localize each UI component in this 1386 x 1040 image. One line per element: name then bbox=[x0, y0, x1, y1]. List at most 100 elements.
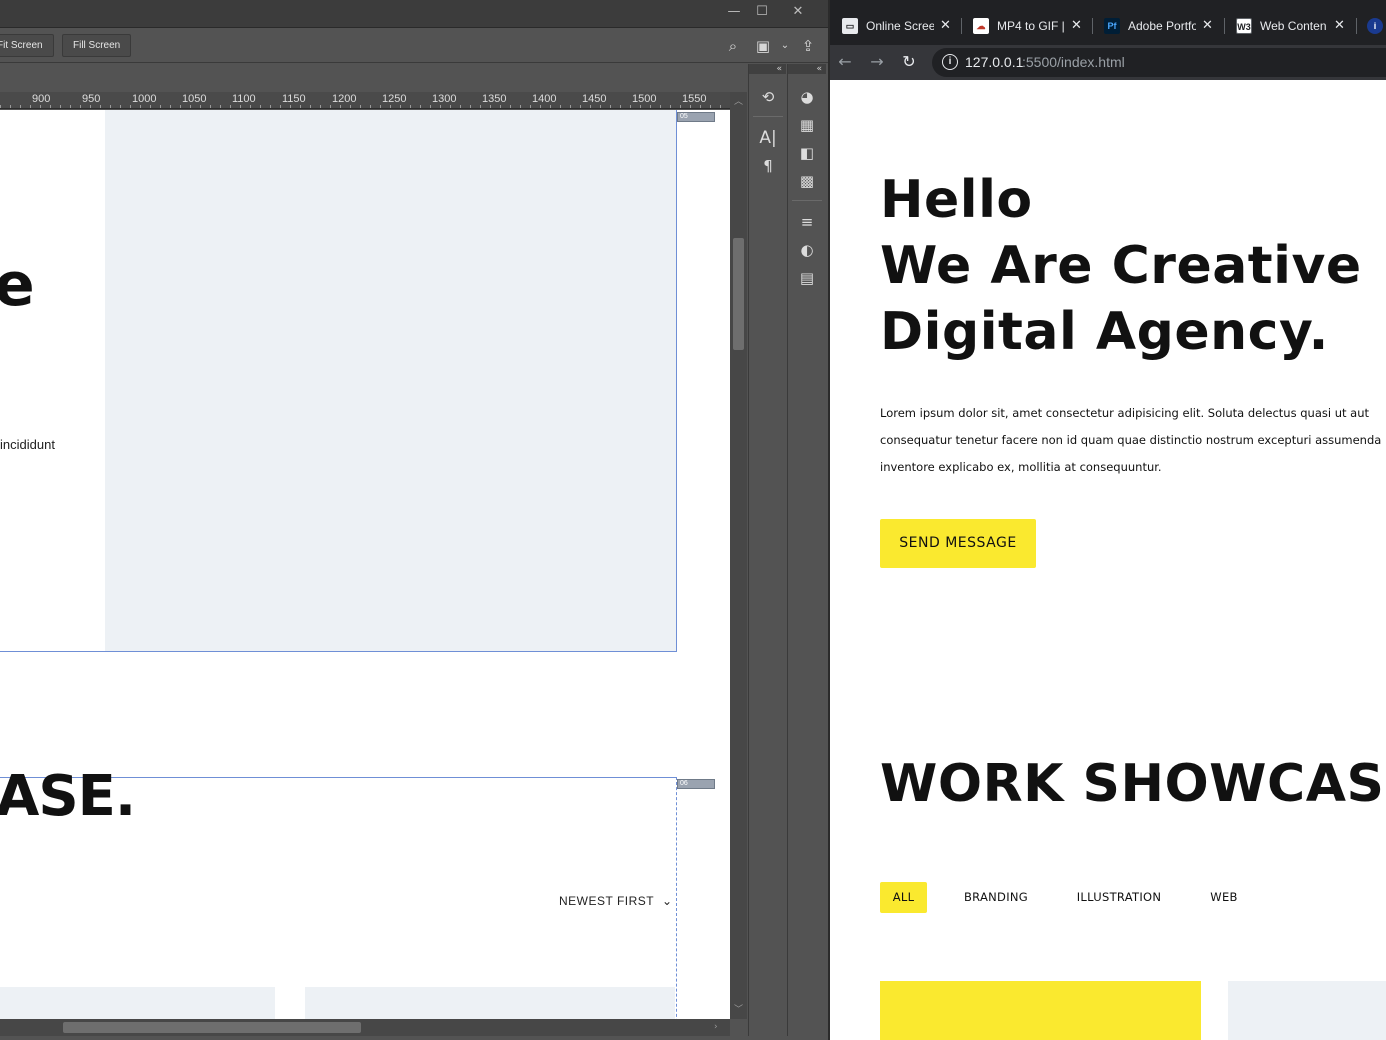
adjustments-icon[interactable]: ≡ bbox=[795, 211, 819, 233]
frame-badge: 06 bbox=[677, 779, 715, 789]
ruler-label: 1250 bbox=[382, 93, 407, 105]
filter-web[interactable]: WEB bbox=[1200, 882, 1248, 913]
ruler-label: 1450 bbox=[582, 93, 607, 105]
maximize-button[interactable]: ☐ bbox=[745, 2, 779, 22]
app-options-bar: Fit Screen Fill Screen ⌕ ▣ ⌄ ⇪ bbox=[0, 29, 828, 63]
panel-dock-column: « ◕ ▦ ◧ ▩ ≡ ◐ ▤ bbox=[787, 64, 826, 1036]
scroll-down-icon[interactable]: ﹀ bbox=[734, 1002, 743, 1015]
close-window-button[interactable]: ✕ bbox=[781, 2, 815, 22]
forward-arrow-icon[interactable]: → bbox=[864, 49, 890, 75]
collapse-panels-button[interactable]: « bbox=[788, 64, 826, 74]
scroll-up-icon[interactable]: ︿ bbox=[734, 94, 743, 107]
url-host: 127.0.0.1 bbox=[965, 54, 1024, 70]
filter-branding[interactable]: BRANDING bbox=[956, 882, 1036, 913]
ruler-header bbox=[0, 64, 748, 92]
hero-paragraph-line: inventore explicabo ex, mollitia at cons… bbox=[880, 460, 1162, 474]
work-showcase-title: WORK SHOWCAS bbox=[880, 754, 1385, 814]
fill-screen-button[interactable]: Fill Screen bbox=[62, 34, 132, 57]
browser-tab[interactable]: ▭ Online Scree ✕ bbox=[830, 12, 960, 40]
color-palette-icon[interactable]: ◕ bbox=[795, 86, 819, 108]
hero-heading: We Are Creative bbox=[880, 236, 1362, 296]
scroll-right-icon[interactable]: › bbox=[714, 1022, 718, 1032]
collapse-panels-button[interactable]: « bbox=[749, 64, 786, 74]
styles-icon[interactable]: ◐ bbox=[795, 239, 819, 261]
panel-divider bbox=[753, 116, 783, 117]
panel-divider bbox=[792, 200, 822, 201]
patterns-icon[interactable]: ▩ bbox=[795, 170, 819, 192]
tab-title: Online Scree bbox=[866, 19, 934, 33]
monitor-icon: ▭ bbox=[842, 18, 858, 34]
canvas-sort-label[interactable]: NEWEST FIRST bbox=[559, 894, 654, 908]
history-icon[interactable]: ⟲ bbox=[756, 86, 780, 108]
hero-heading: Digital Agency. bbox=[880, 302, 1329, 362]
screen-mode-icon[interactable]: ▣ bbox=[752, 35, 774, 57]
swatches-icon[interactable]: ▦ bbox=[795, 114, 819, 136]
browser-tab[interactable]: W3 Web Conten ✕ bbox=[1224, 12, 1355, 40]
close-tab-icon[interactable]: ✕ bbox=[940, 12, 954, 40]
ruler-label: 1200 bbox=[332, 93, 357, 105]
gradient-icon[interactable]: ◧ bbox=[795, 142, 819, 164]
paragraph-icon[interactable]: ¶ bbox=[756, 155, 780, 177]
search-icon[interactable]: ⌕ bbox=[722, 35, 744, 57]
app-titlebar: — ☐ ✕ bbox=[0, 0, 828, 28]
canvas-card-placeholder[interactable] bbox=[0, 987, 275, 1019]
back-arrow-icon[interactable]: ← bbox=[832, 49, 858, 75]
canvas-body-text[interactable]: incididunt bbox=[0, 437, 55, 452]
canvas-heading-fragment[interactable]: e bbox=[0, 250, 35, 320]
ruler-ticks bbox=[0, 92, 730, 108]
chevron-down-icon[interactable]: ⌄ bbox=[774, 35, 796, 57]
close-tab-icon[interactable]: ✕ bbox=[1071, 12, 1085, 40]
chevron-down-icon: ⌄ bbox=[662, 894, 673, 908]
tab-title: Web Conten bbox=[1260, 19, 1327, 33]
horizontal-scroll-thumb[interactable] bbox=[63, 1022, 361, 1033]
canvas-card-placeholder[interactable] bbox=[305, 987, 675, 1019]
filter-all[interactable]: ALL bbox=[880, 882, 927, 913]
tab-divider bbox=[1356, 18, 1357, 34]
hero-greeting: Hello bbox=[880, 170, 1033, 230]
share-icon[interactable]: ⇪ bbox=[797, 35, 819, 57]
ruler-label: 1050 bbox=[182, 93, 207, 105]
info-favicon-icon: i bbox=[1367, 18, 1383, 34]
design-app-window: — ☐ ✕ Fit Screen Fill Screen ⌕ ▣ ⌄ ⇪ 900… bbox=[0, 0, 828, 1040]
libraries-icon[interactable]: ▤ bbox=[795, 267, 819, 289]
cloud-icon: ☁ bbox=[973, 18, 989, 34]
ruler-label: 1000 bbox=[132, 93, 157, 105]
reload-icon[interactable]: ↻ bbox=[896, 49, 922, 75]
frame-badge: 05 bbox=[677, 112, 715, 122]
fit-screen-button[interactable]: Fit Screen bbox=[0, 34, 54, 57]
artboard-canvas[interactable]: 05 e incididunt 06 ASE. NEWEST FIRST ⌄ bbox=[0, 110, 730, 1019]
ruler-label: 950 bbox=[82, 93, 101, 105]
ruler-label: 1300 bbox=[432, 93, 457, 105]
horizontal-scrollbar[interactable]: › bbox=[0, 1019, 730, 1036]
showcase-card[interactable] bbox=[880, 981, 1201, 1040]
artboard-frame bbox=[0, 110, 677, 652]
canvas-section-title[interactable]: ASE. bbox=[0, 764, 136, 829]
browser-tab[interactable]: ☁ MP4 to GIF | ✕ bbox=[961, 12, 1091, 40]
url-path: :5500/index.html bbox=[1022, 54, 1125, 70]
browser-window: ▭ Online Scree ✕ ☁ MP4 to GIF | ✕ Pf Ado… bbox=[830, 0, 1386, 1040]
site-info-icon[interactable]: i bbox=[942, 54, 958, 70]
w3-icon: W3 bbox=[1236, 18, 1252, 34]
filter-illustration[interactable]: ILLUSTRATION bbox=[1070, 882, 1168, 913]
send-message-button[interactable]: SEND MESSAGE bbox=[880, 519, 1036, 568]
ruler-label: 1350 bbox=[482, 93, 507, 105]
ruler-label: 1400 bbox=[532, 93, 557, 105]
ruler-label: 900 bbox=[32, 93, 51, 105]
vertical-scrollbar[interactable]: ︿ ﹀ bbox=[730, 92, 747, 1019]
ruler-label: 1500 bbox=[632, 93, 657, 105]
panel-dock-column: « ⟲ A| ¶ bbox=[748, 64, 786, 1036]
browser-tab[interactable]: i bbox=[1365, 12, 1386, 40]
showcase-card[interactable] bbox=[1228, 981, 1386, 1040]
vertical-scroll-thumb[interactable] bbox=[733, 238, 744, 350]
close-tab-icon[interactable]: ✕ bbox=[1334, 12, 1348, 40]
ruler-label: 1550 bbox=[682, 93, 707, 105]
browser-tab[interactable]: Pf Adobe Portfo ✕ bbox=[1092, 12, 1223, 40]
tab-title: Adobe Portfo bbox=[1128, 19, 1196, 33]
ruler-label: 1100 bbox=[232, 93, 256, 105]
hero-paragraph-line: consequatur tenetur facere non id quam q… bbox=[880, 433, 1382, 447]
close-tab-icon[interactable]: ✕ bbox=[1202, 12, 1216, 40]
address-bar[interactable]: i 127.0.0.1 :5500/index.html bbox=[932, 48, 1386, 77]
character-icon[interactable]: A| bbox=[756, 127, 780, 149]
tab-title: MP4 to GIF | bbox=[997, 19, 1065, 33]
pf-icon: Pf bbox=[1104, 18, 1120, 34]
